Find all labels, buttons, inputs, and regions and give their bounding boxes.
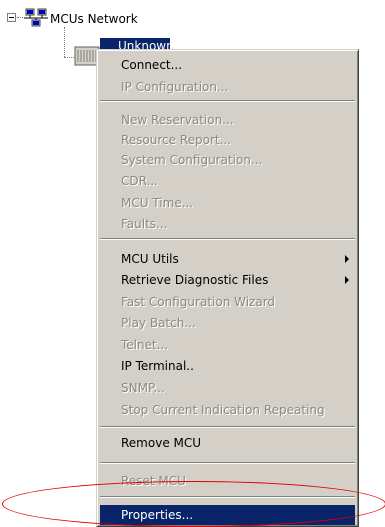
menu-item-resource-report[interactable]: Resource Report... bbox=[100, 130, 355, 150]
tree-connector-line bbox=[64, 27, 65, 57]
menu-item-remove-mcu[interactable]: Remove MCU bbox=[100, 433, 355, 453]
menu-item-faults[interactable]: Faults... bbox=[100, 214, 355, 234]
menu-separator bbox=[100, 462, 355, 464]
menu-separator bbox=[100, 496, 355, 498]
submenu-arrow-icon bbox=[345, 255, 349, 263]
menu-item-snmp[interactable]: SNMP... bbox=[100, 378, 355, 398]
menu-item-reset-mcu[interactable]: Reset MCU bbox=[100, 471, 355, 491]
menu-item-cdr[interactable]: CDR... bbox=[100, 171, 355, 191]
context-menu: Connect... IP Configuration... New Reser… bbox=[96, 49, 359, 527]
menu-item-play-batch[interactable]: Play Batch... bbox=[100, 313, 355, 333]
menu-item-ip-terminal[interactable]: IP Terminal.. bbox=[100, 356, 355, 376]
tree-connector-line bbox=[64, 57, 74, 58]
menu-item-retrieve-diagnostic-files[interactable]: Retrieve Diagnostic Files bbox=[100, 270, 355, 290]
tree-root-label[interactable]: MCUs Network bbox=[50, 12, 138, 26]
menu-separator bbox=[100, 100, 355, 102]
menu-item-mcu-time[interactable]: MCU Time... bbox=[100, 193, 355, 213]
menu-item-mcu-utils[interactable]: MCU Utils bbox=[100, 249, 355, 269]
tree-connector-line bbox=[17, 17, 23, 18]
menu-item-ip-configuration[interactable]: IP Configuration... bbox=[100, 77, 355, 97]
menu-separator bbox=[100, 426, 355, 428]
menu-item-label: Retrieve Diagnostic Files bbox=[121, 273, 269, 287]
menu-item-connect[interactable]: Connect... bbox=[100, 55, 355, 75]
menu-item-properties[interactable]: Properties... bbox=[100, 505, 355, 525]
network-icon bbox=[24, 8, 48, 27]
menu-item-stop-current-indication-repeating[interactable]: Stop Current Indication Repeating bbox=[100, 400, 355, 420]
menu-item-new-reservation[interactable]: New Reservation... bbox=[100, 110, 355, 130]
menu-item-system-configuration[interactable]: System Configuration... bbox=[100, 150, 355, 170]
tree-collapse-toggle[interactable] bbox=[7, 13, 16, 22]
menu-item-telnet[interactable]: Telnet... bbox=[100, 335, 355, 355]
menu-item-label: MCU Utils bbox=[121, 252, 179, 266]
menu-separator bbox=[100, 238, 355, 240]
menu-item-fast-configuration-wizard[interactable]: Fast Configuration Wizard bbox=[100, 292, 355, 312]
submenu-arrow-icon bbox=[345, 276, 349, 284]
